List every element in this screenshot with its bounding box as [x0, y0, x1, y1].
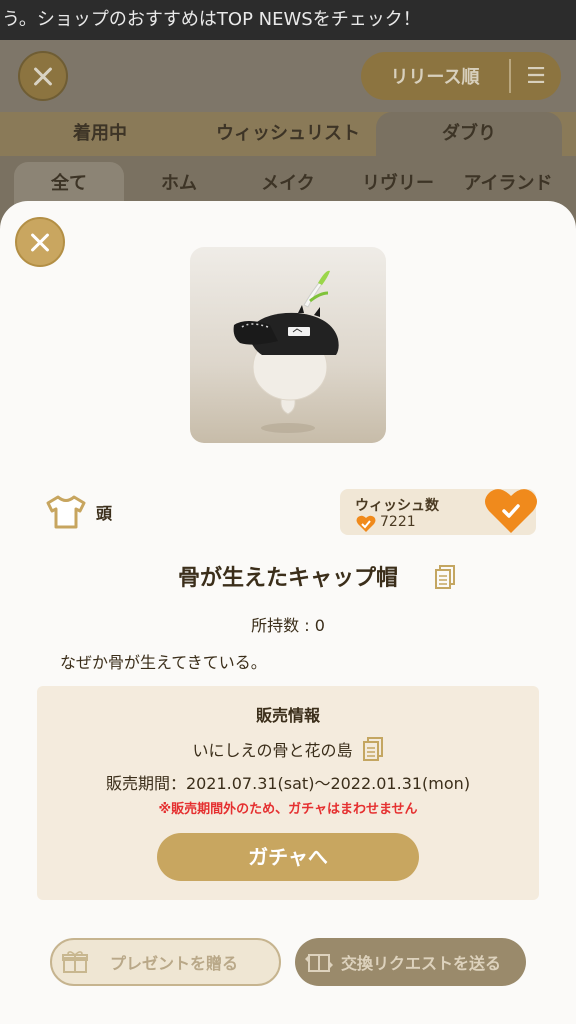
- sort-button: リリース順 ☰: [361, 52, 561, 100]
- item-description: なぜか骨が生えてきている。: [60, 653, 267, 672]
- trade-request-button[interactable]: 交換リクエストを送る: [295, 938, 526, 986]
- wish-label: ウィッシュ数: [355, 498, 439, 514]
- subtab-island: アイランド: [463, 173, 553, 194]
- sale-place: いにしえの骨と花の島: [192, 741, 353, 760]
- cap-hat-illustration: [233, 270, 339, 433]
- category: 頭: [44, 494, 112, 530]
- small-heart-icon: [356, 515, 376, 532]
- wish-heart-button[interactable]: [484, 487, 538, 535]
- present-label: プレゼントを贈る: [110, 954, 239, 973]
- subtab-home: ホム: [161, 173, 197, 194]
- trade-label: 交換リクエストを送る: [341, 954, 502, 973]
- sale-info-panel: 販売情報 いにしえの骨と花の島 販売期間：2021.07.31(sat)〜202…: [37, 686, 539, 900]
- gacha-button[interactable]: ガチャへ: [157, 833, 419, 881]
- copy-icon[interactable]: [434, 564, 456, 590]
- copy-place-icon[interactable]: [362, 736, 384, 762]
- exchange-icon: [305, 954, 333, 972]
- item-name-row: 骨が生えたキャップ帽: [0, 560, 576, 592]
- present-button[interactable]: プレゼントを贈る: [50, 938, 281, 986]
- tab-wearing: 着用中: [73, 123, 127, 144]
- category-label: 頭: [96, 504, 113, 523]
- subtab-all: 全て: [14, 162, 124, 206]
- sort-icon: ☰: [526, 63, 546, 89]
- sort-label: リリース順: [390, 67, 480, 88]
- wish-count: 7221: [380, 514, 416, 530]
- close-button[interactable]: [15, 217, 65, 267]
- tab-duplicates: ダブり: [376, 112, 562, 156]
- sub-tabs: 全て ホム メイク リヴリー アイランド: [0, 156, 576, 206]
- sale-warning: ※販売期間外のため、ガチャはまわせません: [158, 802, 418, 817]
- subtab-makeup: メイク: [261, 173, 315, 194]
- gift-icon: [62, 951, 88, 973]
- sale-heading: 販売情報: [255, 706, 320, 725]
- news-ticker: う。ショップのおすすめはTOP NEWSをチェック！: [0, 0, 576, 40]
- tshirt-icon: [46, 495, 86, 529]
- owned-count: 所持数 : 0: [251, 616, 325, 635]
- tab-wishlist: ウィッシュリスト: [216, 123, 360, 144]
- sale-period: 販売期間：2021.07.31(sat)〜2022.01.31(mon): [105, 774, 471, 793]
- item-image: [190, 247, 386, 443]
- sale-place-row: いにしえの骨と花の島: [37, 736, 539, 762]
- main-tabs: 着用中 ウィッシュリスト ダブり: [0, 112, 576, 156]
- background-close-button: [18, 51, 68, 101]
- item-name: 骨が生えたキャップ帽: [177, 566, 398, 591]
- subtab-livly: リヴリー: [362, 173, 434, 194]
